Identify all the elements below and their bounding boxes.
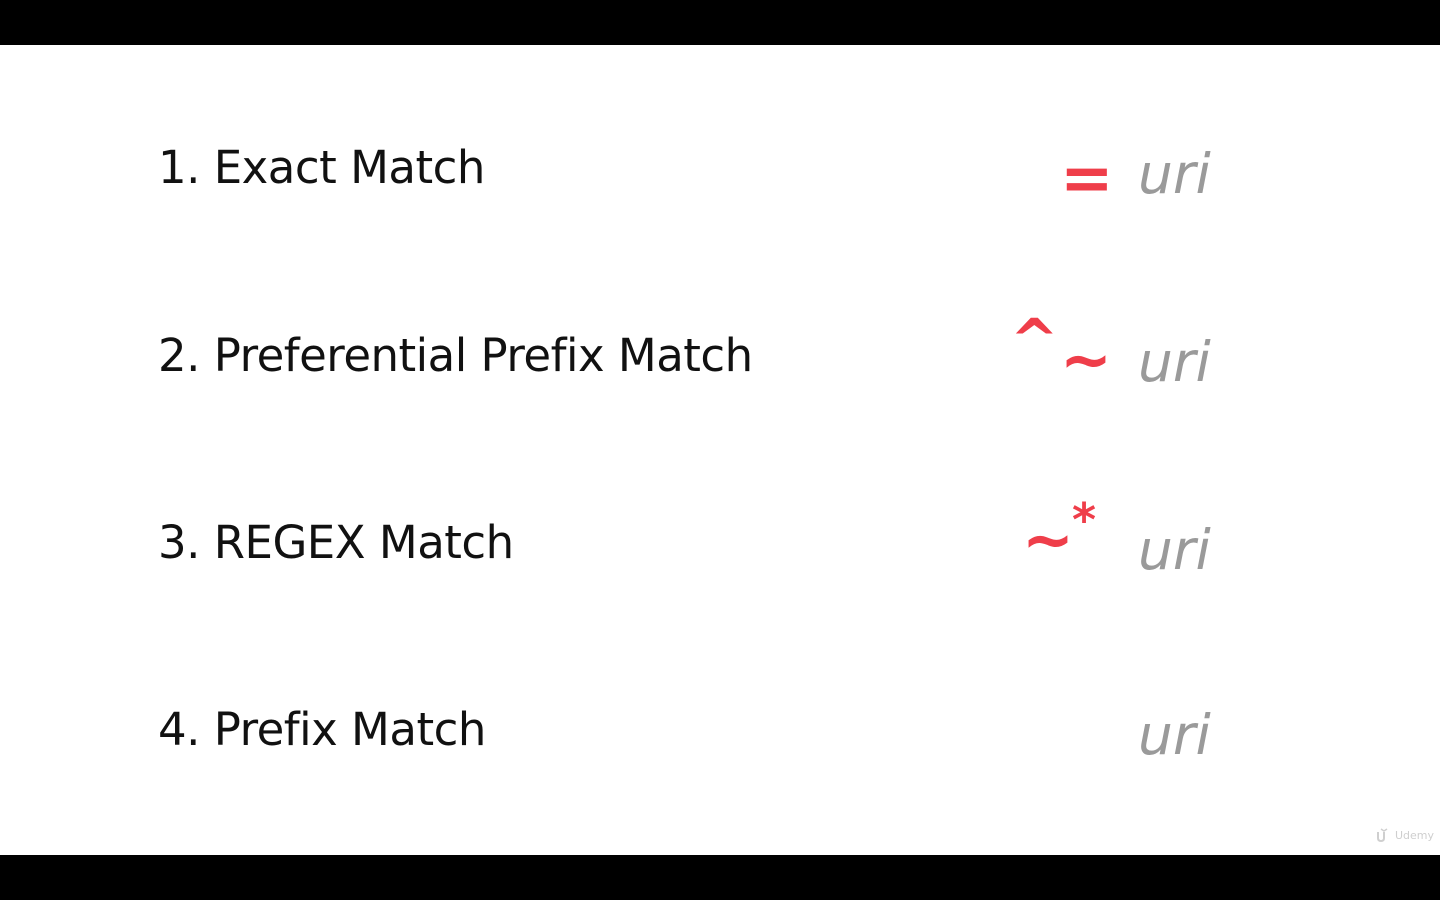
uri-text-regex: uri	[1138, 518, 1211, 582]
uri-text-exact: uri	[1138, 142, 1211, 206]
modifier-equals: =	[1060, 142, 1114, 216]
item-label-exact-match: 1. Exact Match	[158, 141, 485, 194]
modifier-star: *	[1072, 493, 1097, 547]
uri-text-prefix: uri	[1138, 703, 1211, 767]
modifier-tilde: ~	[1060, 323, 1112, 396]
item-label-preferential-prefix-match: 2. Preferential Prefix Match	[158, 329, 753, 382]
udemy-logo-icon	[1376, 828, 1392, 844]
modifier-caret: ^	[1010, 306, 1059, 374]
item-label-regex-match: 3. REGEX Match	[158, 516, 514, 569]
modifier-tilde-regex: ~	[1022, 503, 1074, 576]
udemy-watermark: Udemy	[1376, 828, 1434, 844]
item-label-prefix-match: 4. Prefix Match	[158, 703, 486, 756]
uri-text-preferential: uri	[1138, 330, 1211, 394]
letterbox-bottom	[0, 855, 1440, 900]
slide: 1. Exact Match = uri 2. Preferential Pre…	[0, 45, 1440, 855]
letterbox-top	[0, 0, 1440, 45]
udemy-watermark-text: Udemy	[1395, 829, 1435, 842]
